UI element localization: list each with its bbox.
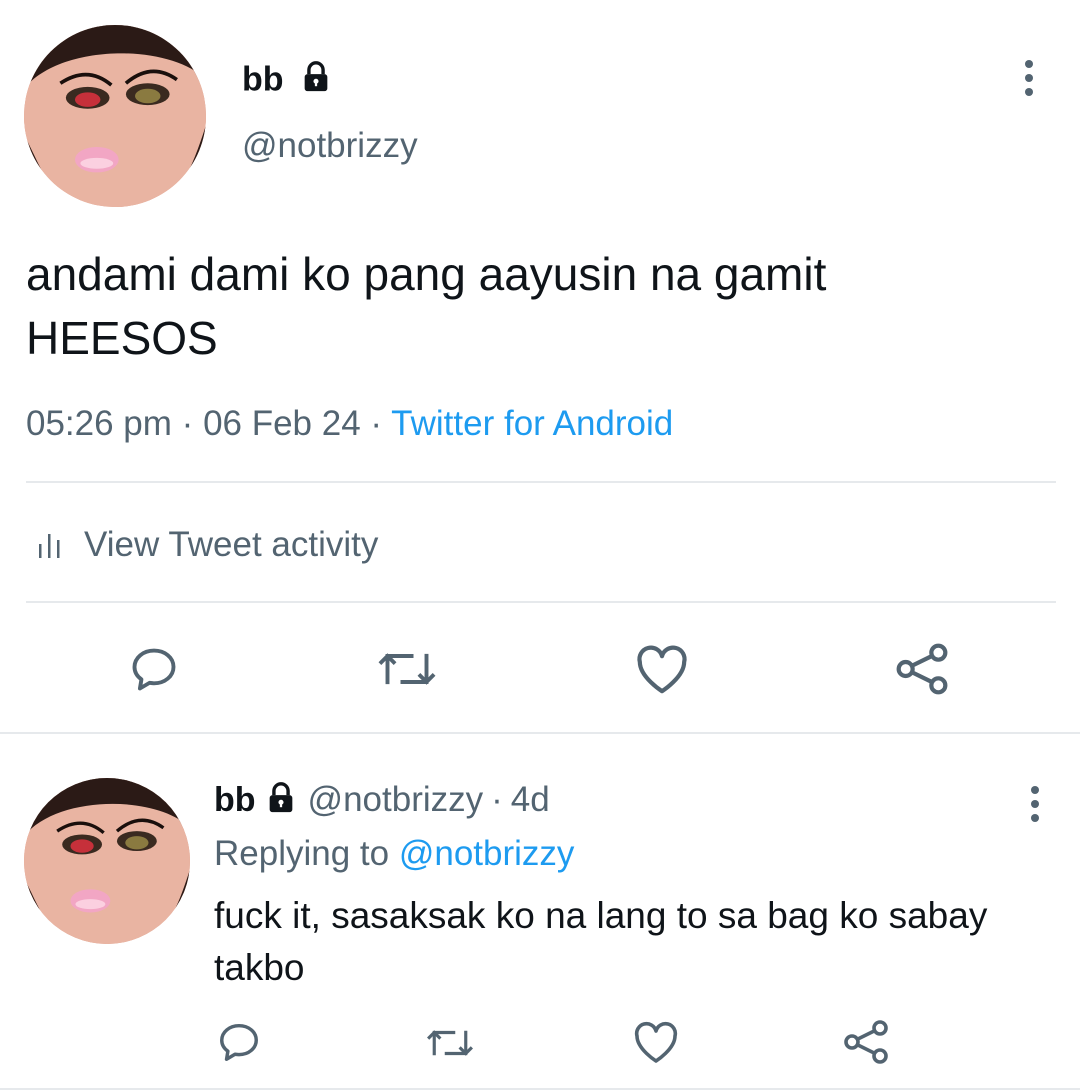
reply-avatar[interactable] [24,778,190,944]
display-name[interactable]: bb [242,60,333,103]
more-icon[interactable] [1014,58,1044,98]
reply-age: 4d [510,780,550,819]
reply-display-name[interactable]: bb [214,781,256,820]
reply-icon[interactable] [216,1019,262,1065]
section-divider [0,732,1080,734]
meta-separator: · [181,404,194,443]
replying-to-handle-link[interactable]: @notbrizzy [399,834,575,873]
handle[interactable]: @notbrizzy [242,126,418,166]
tweet-date: 06 Feb 24 [203,404,361,443]
tweet-meta: 05:26 pm · 06 Feb 24 · Twitter for Andro… [26,404,673,444]
lock-icon [299,60,333,103]
view-activity-label: View Tweet activity [84,525,379,564]
more-icon[interactable] [1020,784,1050,824]
meta-separator: · [370,404,383,443]
divider [26,601,1056,603]
bottom-divider [0,1088,1080,1090]
reply-text: fuck it, sasaksak ko na lang to sa bag k… [214,895,988,988]
reply-icon[interactable] [128,643,180,695]
replying-to: Replying to @notbrizzy [214,834,574,874]
like-icon[interactable] [632,1020,680,1064]
reply-header: bb @notbrizzy · 4d [214,780,550,820]
share-icon[interactable] [894,643,950,695]
retweet-icon[interactable] [424,1022,476,1064]
view-activity-button[interactable]: View Tweet activity [36,522,378,568]
activity-icon [36,530,66,560]
like-icon[interactable] [634,643,690,695]
tweet-time: 05:26 pm [26,404,172,443]
share-icon[interactable] [842,1020,890,1064]
divider [26,481,1056,483]
tweet-text: andami dami ko pang aayusin na gamit HEE… [26,248,827,364]
replying-to-label: Replying to [214,834,390,873]
display-name-text: bb [242,60,284,99]
meta-separator: · [491,780,503,819]
retweet-icon[interactable] [376,643,438,695]
tweet-source-link[interactable]: Twitter for Android [391,404,673,443]
avatar[interactable] [24,25,206,207]
reply-handle[interactable]: @notbrizzy [308,780,484,820]
lock-icon [264,781,298,820]
